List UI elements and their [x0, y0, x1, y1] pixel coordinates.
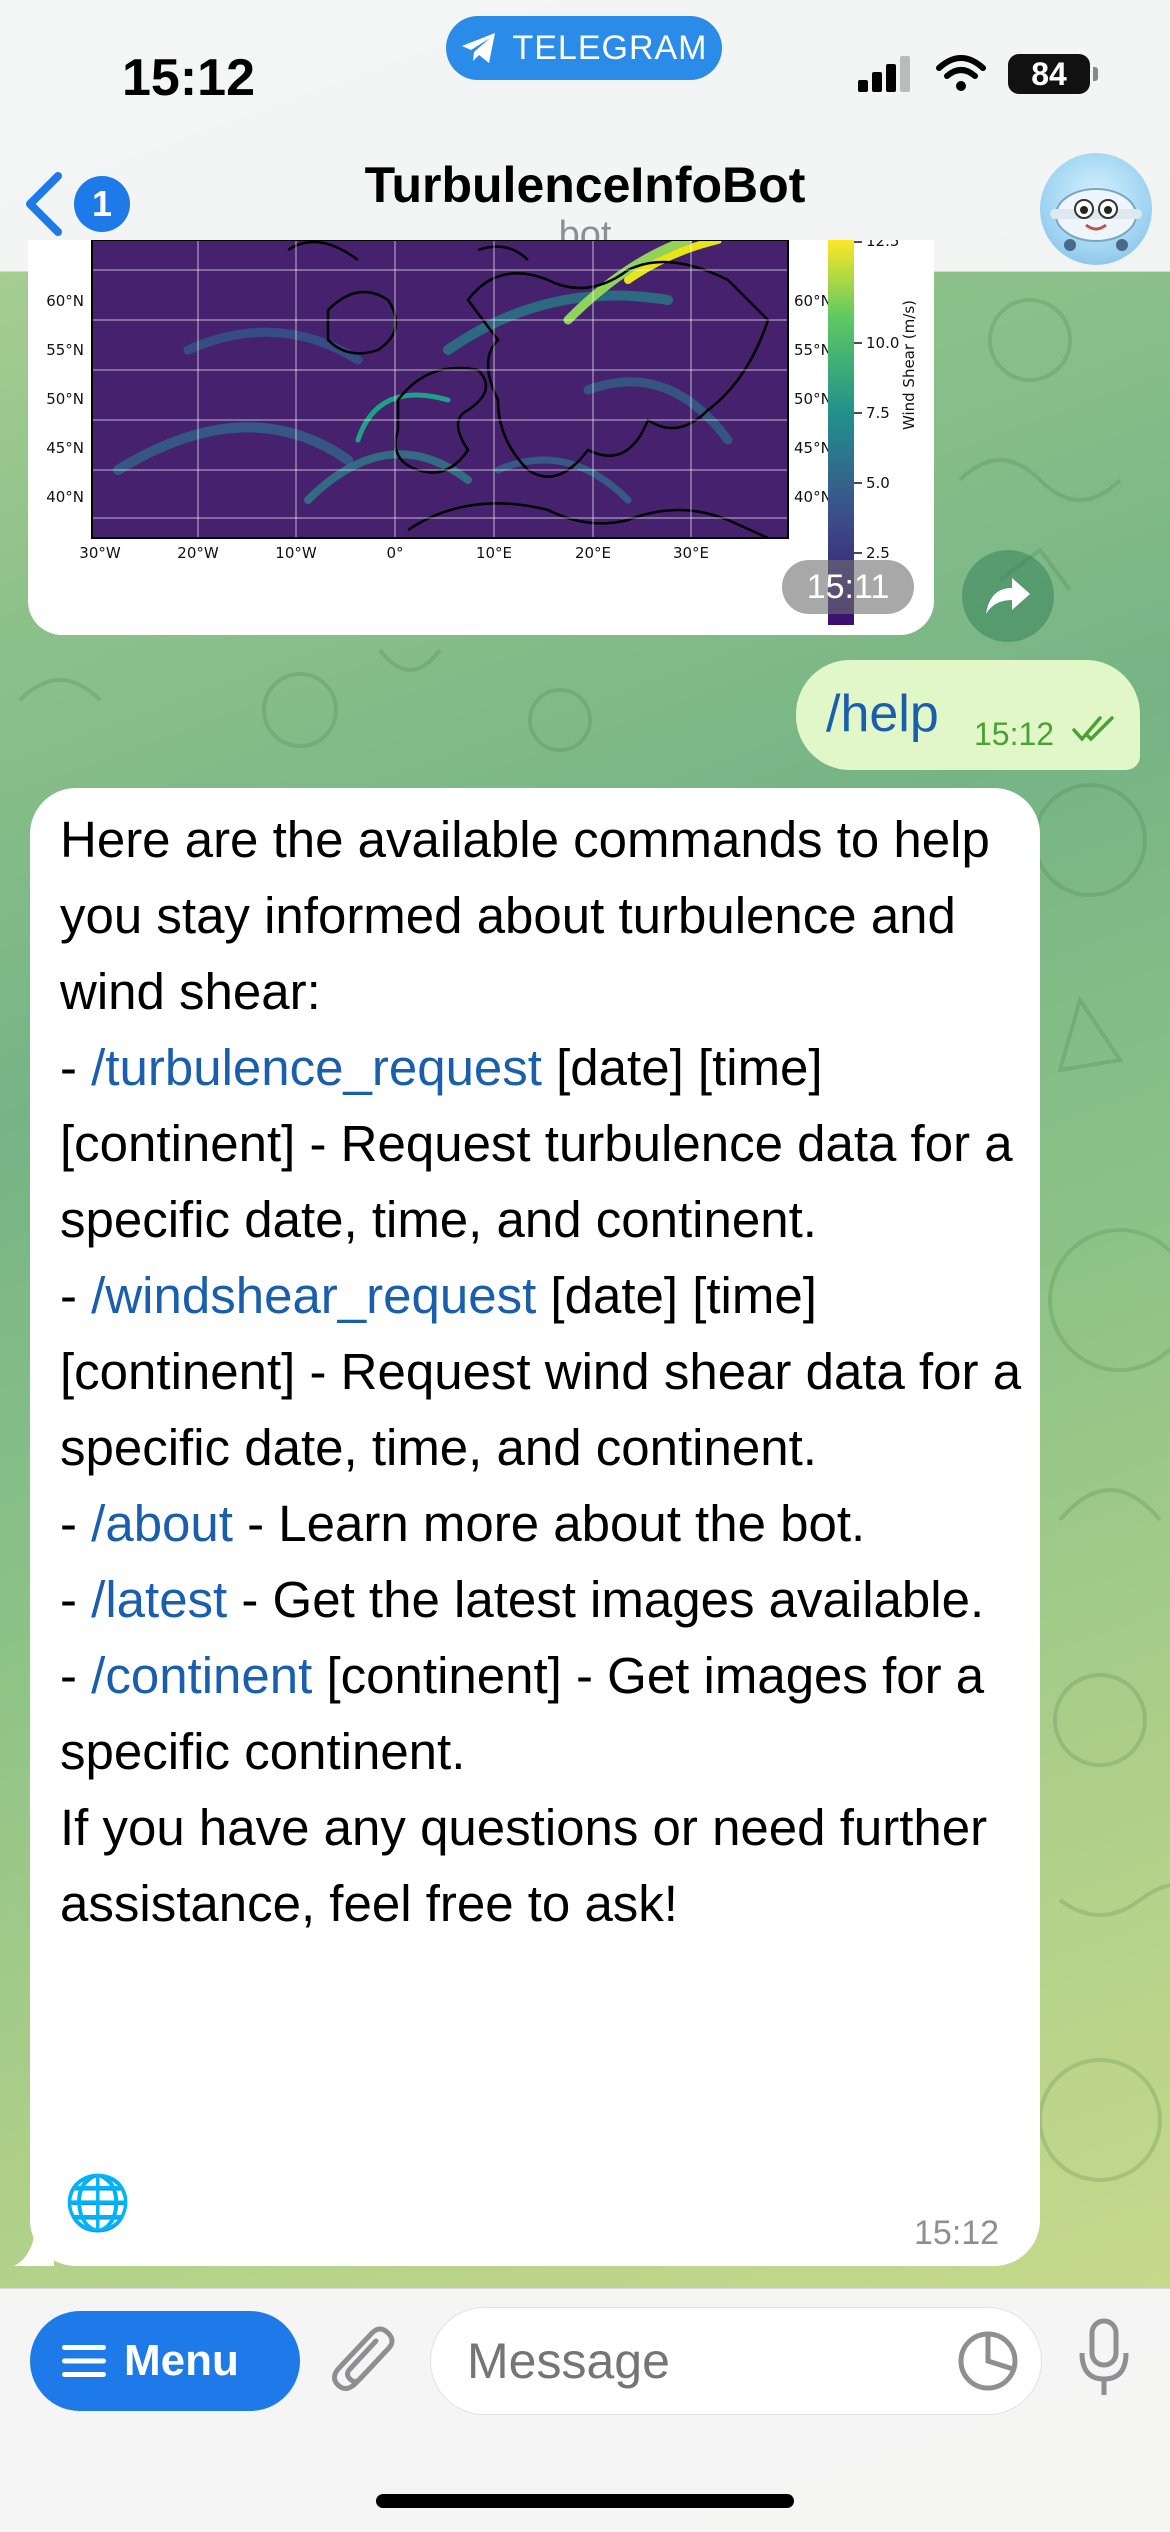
colorbar-tick: 5.0: [866, 474, 890, 492]
home-indicator: [376, 2494, 794, 2508]
globe-emoji: 🌐: [64, 2173, 132, 2233]
map-field: [92, 240, 788, 538]
lat-label-right: 60°N: [794, 292, 832, 310]
lat-label-left: 55°N: [46, 341, 84, 359]
lon-label: 30°W: [79, 544, 121, 562]
colorbar-tick: 12.5: [866, 240, 899, 250]
command-link-latest[interactable]: /latest: [91, 1571, 227, 1628]
battery-indicator: 84: [1008, 54, 1098, 94]
microphone-icon[interactable]: [1076, 2317, 1132, 2401]
share-button[interactable]: [962, 550, 1054, 642]
outgoing-message[interactable]: /help 15:12: [796, 660, 1140, 770]
telegram-plane-icon: [462, 33, 496, 63]
image-message-time: 15:11: [782, 560, 914, 614]
command-link-continent[interactable]: /continent: [91, 1647, 312, 1704]
outgoing-message-text: /help: [826, 685, 939, 743]
telegram-pill-label: TELEGRAM: [512, 28, 708, 67]
lon-label: 30°E: [673, 544, 709, 562]
help-intro: Here are the available commands to help …: [60, 811, 990, 1020]
help-outro: If you have any questions or need furthe…: [60, 1799, 988, 1932]
telegram-pill[interactable]: TELEGRAM: [446, 16, 722, 80]
top-bar: 15:12 TELEGRAM 84 1 TurbulenceInfoBot bo…: [0, 0, 1170, 272]
menu-button-label: Menu: [124, 2336, 239, 2385]
lat-label-left: 40°N: [46, 488, 84, 506]
lat-label-right: 45°N: [794, 439, 832, 457]
lon-label: 0°: [386, 544, 403, 562]
lat-label-right: 50°N: [794, 390, 832, 408]
hamburger-icon: [62, 2345, 106, 2377]
command-description: - Learn more about the bot.: [232, 1495, 866, 1552]
colorbar-tick: 7.5: [866, 404, 890, 422]
robot-avatar-icon: [1050, 188, 1142, 251]
sticker-icon[interactable]: [956, 2329, 1020, 2393]
wifi-icon: [936, 55, 986, 91]
lon-label: 20°W: [177, 544, 219, 562]
status-time: 15:12: [122, 49, 255, 107]
lat-label-left: 45°N: [46, 439, 84, 457]
command-link-about[interactable]: /about: [91, 1495, 233, 1552]
bot-avatar[interactable]: [1040, 153, 1152, 265]
command-link-windshear-request[interactable]: /windshear_request: [91, 1267, 536, 1324]
paperclip-icon[interactable]: [328, 2321, 400, 2405]
status-icons: 84: [856, 54, 1098, 94]
colorbar-label: Wind Shear (m/s): [900, 300, 918, 430]
message-input[interactable]: [430, 2307, 1042, 2415]
colorbar-tick: 10.0: [866, 334, 899, 352]
lon-label: 20°E: [575, 544, 611, 562]
lat-label-right: 40°N: [794, 488, 832, 506]
lat-label-left: 50°N: [46, 390, 84, 408]
incoming-message-text: Here are the available commands to help …: [60, 811, 1022, 1932]
incoming-message-time: 15:12: [914, 2214, 1000, 2252]
incoming-message[interactable]: Here are the available commands to help …: [30, 788, 1040, 2266]
lon-label: 10°E: [476, 544, 512, 562]
menu-button[interactable]: Menu: [30, 2311, 300, 2411]
cellular-signal-icon: [858, 56, 910, 92]
command-link-turbulence-request[interactable]: /turbulence_request: [91, 1039, 542, 1096]
chat-title[interactable]: TurbulenceInfoBot: [0, 156, 1170, 214]
lon-label: 10°W: [275, 544, 317, 562]
double-check-icon: [1072, 716, 1114, 742]
command-description: - Get the latest images available.: [227, 1571, 985, 1628]
outgoing-message-time: 15:12: [974, 716, 1055, 752]
lat-label-right: 55°N: [794, 341, 832, 359]
share-arrow-icon: [986, 578, 1030, 614]
lat-label-left: 60°N: [46, 292, 84, 310]
